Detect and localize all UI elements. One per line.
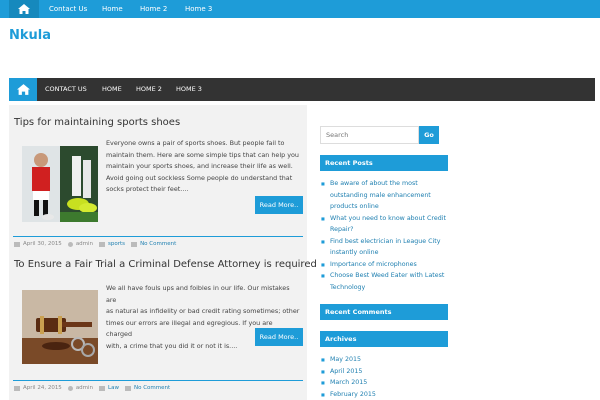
post-thumbnail-sports-shoes[interactable]: [22, 146, 98, 222]
recent-posts-heading: Recent Posts: [320, 155, 448, 171]
post-meta: April 24, 2015 admin Law No Comment: [14, 385, 174, 391]
home-icon: [18, 4, 30, 14]
main-nav-home[interactable]: HOME: [102, 78, 122, 101]
top-nav-home-2[interactable]: Home 2: [140, 0, 167, 18]
post-divider: [13, 380, 303, 381]
search-button[interactable]: Go: [419, 126, 439, 144]
post-date: April 30, 2015: [23, 241, 62, 247]
recent-post-link[interactable]: Choose Best Weed Eater with Latest Techn…: [320, 270, 448, 293]
site-title[interactable]: Nkula: [9, 28, 51, 43]
recent-post-link[interactable]: Importance of microphones: [320, 259, 448, 271]
calendar-icon: [14, 385, 20, 391]
post-author[interactable]: admin: [76, 241, 93, 247]
archive-link[interactable]: March 2015: [320, 377, 448, 389]
recent-post-link[interactable]: Be aware of about the most outstanding m…: [320, 178, 448, 213]
post-comments[interactable]: No Comment: [134, 385, 170, 391]
post-title[interactable]: Tips for maintaining sports shoes: [14, 117, 180, 128]
excerpt-line: maintain them. Here are some simple tips…: [106, 150, 299, 159]
post-author[interactable]: admin: [76, 385, 93, 391]
read-more-button[interactable]: Read More..: [255, 196, 303, 214]
top-nav-home[interactable]: Home: [102, 0, 123, 18]
recent-posts-list: Be aware of about the most outstanding m…: [320, 178, 448, 293]
read-more-button[interactable]: Read More..: [255, 328, 303, 346]
post-category[interactable]: Law: [108, 385, 119, 391]
archive-link[interactable]: May 2015: [320, 354, 448, 366]
search-input[interactable]: [320, 126, 419, 144]
post-title[interactable]: To Ensure a Fair Trial a Criminal Defens…: [14, 259, 317, 270]
excerpt-line: maintain your sports shoes, and increase…: [106, 162, 293, 170]
excerpt-line: Everyone owns a pair of sports shoes. Bu…: [106, 139, 285, 147]
main-nav-contact-us[interactable]: CONTACT US: [45, 78, 87, 101]
excerpt-line: socks protect their feet....: [106, 185, 189, 193]
excerpt-line: as natural as infidelity or bad credit r…: [106, 307, 300, 315]
post-category[interactable]: sports: [108, 241, 125, 247]
archives-list: May 2015 April 2015 March 2015 February …: [320, 354, 448, 400]
top-home-button[interactable]: [9, 0, 39, 18]
post-excerpt: Everyone owns a pair of sports shoes. Bu…: [106, 138, 300, 196]
user-icon: [67, 241, 73, 247]
archives-heading: Archives: [320, 331, 448, 347]
recent-post-link[interactable]: Find best electrician in League City ins…: [320, 236, 448, 259]
top-bar: Contact Us Home Home 2 Home 3: [0, 0, 600, 18]
recent-comments-heading: Recent Comments: [320, 304, 448, 320]
main-home-button[interactable]: [9, 78, 37, 101]
home-icon: [16, 84, 30, 95]
post-date: April 24, 2015: [23, 385, 62, 391]
archive-link[interactable]: February 2015: [320, 389, 448, 400]
comment-icon: [131, 241, 138, 247]
top-nav-home-3[interactable]: Home 3: [185, 0, 212, 18]
excerpt-line: Avoid going out sockless Some people do …: [106, 173, 293, 182]
main-nav-home-3[interactable]: HOME 3: [176, 78, 202, 101]
comment-icon: [124, 385, 131, 391]
calendar-icon: [14, 241, 20, 247]
post-thumbnail-law[interactable]: [22, 290, 98, 364]
user-icon: [67, 385, 73, 391]
folder-icon: [99, 241, 106, 247]
sports-shoes-image: [22, 146, 98, 222]
gavel-handcuffs-image: [22, 290, 98, 364]
post-comments[interactable]: No Comment: [140, 241, 176, 247]
folder-icon: [99, 385, 106, 391]
top-nav-contact-us[interactable]: Contact Us: [49, 0, 87, 18]
post-divider: [13, 236, 303, 237]
recent-post-link[interactable]: What you need to know about Credit Repai…: [320, 213, 448, 236]
post-meta: April 30, 2015 admin sports No Comment: [14, 241, 180, 247]
main-nav: CONTACT US HOME HOME 2 HOME 3: [9, 78, 595, 101]
main-nav-home-2[interactable]: HOME 2: [136, 78, 162, 101]
excerpt-line: We all have fouls ups and foibles in our…: [106, 284, 290, 304]
archive-link[interactable]: April 2015: [320, 366, 448, 378]
